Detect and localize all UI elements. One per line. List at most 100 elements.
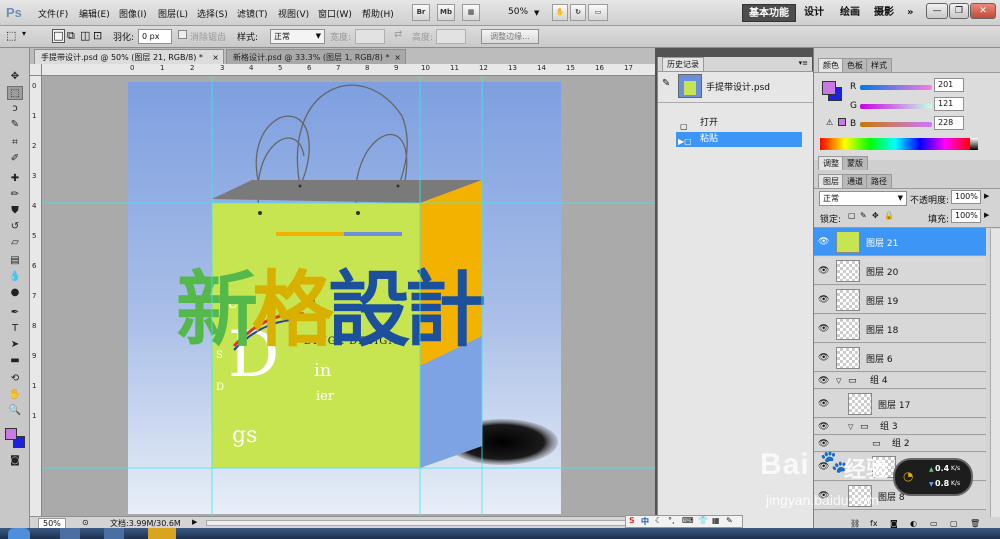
taskbar-app-icon[interactable] — [104, 528, 124, 539]
tab-paths[interactable]: 路径 — [866, 174, 892, 188]
eye-icon[interactable]: 👁 — [818, 353, 829, 363]
quick-mask-icon[interactable]: ◙ — [7, 454, 23, 468]
adjustment-layer-icon[interactable]: ◐ — [910, 519, 917, 528]
horizontal-ruler[interactable]: 0 1 2 3 4 5 6 7 8 9 10 11 12 13 14 15 16… — [42, 64, 655, 76]
brush-tool-icon[interactable]: ✏ — [7, 188, 23, 202]
warning-icon[interactable]: ⚠ — [826, 118, 833, 127]
pen-tool-icon[interactable]: ✒ — [7, 306, 23, 320]
workspace-photography[interactable]: 摄影 — [868, 4, 900, 22]
link-layers-icon[interactable]: ⛓ — [850, 519, 860, 528]
fill-arrow-icon[interactable]: ▶ — [984, 211, 989, 219]
status-arrow-icon[interactable]: ▶ — [192, 518, 197, 526]
workspace-painting[interactable]: 绘画 — [834, 4, 866, 22]
width-input[interactable] — [355, 29, 385, 44]
tab-styles[interactable]: 样式 — [866, 58, 892, 72]
ime-grid-icon[interactable]: ▦ — [712, 516, 720, 525]
menu-help[interactable]: 帮助(H) — [362, 7, 394, 20]
subtract-selection-icon[interactable]: ◫ — [80, 29, 90, 42]
restore-button[interactable]: ❐ — [949, 3, 969, 19]
workspace-essentials[interactable]: 基本功能 — [742, 4, 796, 22]
canvas-area[interactable]: D e n in ier gs S D DINGE DESIGN 新格設計 — [42, 76, 655, 516]
ime-tools-icon[interactable]: ✎ — [726, 516, 733, 525]
height-input[interactable] — [436, 29, 466, 44]
color-spectrum-bw[interactable] — [970, 138, 978, 150]
zoom-tool-icon[interactable]: 🔍 — [7, 404, 23, 418]
layer-row[interactable]: 👁 图层 17 — [814, 390, 986, 418]
eye-icon[interactable]: 👁 — [818, 419, 829, 435]
bridge-button[interactable]: Br — [412, 4, 430, 21]
workspace-design[interactable]: 设计 — [798, 4, 830, 22]
layer-name[interactable]: 图层 18 — [866, 323, 898, 336]
ime-mode[interactable]: 中 — [641, 516, 649, 527]
foreground-color-swatch[interactable] — [5, 428, 17, 440]
color-foreground-swatch[interactable] — [822, 81, 836, 95]
horizontal-scrollbar[interactable] — [206, 520, 626, 526]
refine-edge-button[interactable]: 调整边缘... — [481, 29, 539, 44]
green-value[interactable]: 121 — [934, 97, 964, 111]
mini-bridge-button[interactable]: Mb — [437, 4, 455, 21]
3d-rotate-icon[interactable]: ⟲ — [7, 372, 23, 386]
tab-masks[interactable]: 蒙版 — [842, 156, 868, 170]
lock-transparency-icon[interactable]: ▢ — [848, 211, 856, 220]
lock-pixels-icon[interactable]: ✎ — [860, 211, 867, 220]
layer-name[interactable]: 图层 20 — [866, 265, 898, 278]
healing-brush-icon[interactable]: ✚ — [7, 172, 23, 186]
close-icon[interactable]: × — [394, 50, 401, 65]
close-icon[interactable]: × — [212, 50, 219, 65]
menu-file[interactable]: 文件(F) — [38, 7, 68, 20]
red-value[interactable]: 201 — [934, 78, 964, 92]
taskbar-app-icon[interactable] — [60, 528, 80, 539]
tab-layers[interactable]: 图层 — [818, 174, 844, 188]
rectangular-marquee-icon[interactable]: ⬚ — [7, 86, 23, 100]
eye-icon[interactable]: 👁 — [818, 373, 829, 389]
hand-tool-icon[interactable]: ✋ — [552, 4, 568, 21]
add-mask-icon[interactable]: ◙ — [890, 519, 898, 528]
lock-all-icon[interactable]: 🔒 — [884, 211, 894, 220]
blue-slider[interactable] — [860, 122, 932, 127]
tab-adjustments[interactable]: 调整 — [818, 156, 844, 170]
menu-layer[interactable]: 图层(L) — [158, 7, 188, 20]
eye-icon[interactable]: 👁 — [818, 399, 829, 409]
close-button[interactable]: ✕ — [970, 3, 996, 19]
taskbar-app-icon[interactable] — [148, 528, 176, 539]
extras-icon[interactable]: ▦ — [462, 4, 480, 21]
document-canvas[interactable]: D e n in ier gs S D DINGE DESIGN 新格設計 — [42, 76, 655, 516]
zoom-dropdown-icon[interactable]: ▼ — [534, 9, 539, 17]
snapshot-name[interactable]: 手提带设计.psd — [706, 80, 770, 93]
fill-input[interactable]: 100% — [951, 209, 981, 223]
new-layer-icon[interactable]: ▢ — [950, 519, 958, 528]
color-spectrum[interactable] — [820, 138, 970, 150]
feather-input[interactable]: 0 px — [138, 29, 172, 44]
zoom-level[interactable]: 50% — [508, 7, 528, 17]
eye-icon[interactable]: 👁 — [818, 237, 829, 247]
history-item-selected[interactable]: ▶▢ 粘贴 — [676, 132, 802, 147]
disclosure-triangle-icon[interactable]: ▽ — [848, 419, 853, 435]
tab-channels[interactable]: 通道 — [842, 174, 868, 188]
disclosure-triangle-icon[interactable]: ▽ — [836, 373, 841, 389]
layer-name[interactable]: 图层 6 — [866, 352, 893, 365]
move-tool-icon[interactable]: ✥ — [7, 70, 23, 84]
intersect-selection-icon[interactable]: ⊡ — [93, 29, 102, 42]
start-button[interactable] — [8, 528, 30, 539]
layers-scrollbar[interactable] — [990, 229, 1000, 517]
group-name[interactable]: 组 3 — [880, 419, 898, 435]
workspace-more[interactable]: » — [901, 4, 919, 22]
marquee-tool-icon[interactable]: ⬚ — [6, 29, 16, 42]
history-item[interactable]: ▢ 打开 — [680, 116, 802, 131]
opacity-arrow-icon[interactable]: ▶ — [984, 192, 989, 200]
eyedropper-icon[interactable]: ✐ — [7, 152, 23, 166]
group-row[interactable]: 👁 ▽ ▭ 组 3 — [814, 419, 986, 435]
snapshot-thumbnail[interactable] — [678, 74, 702, 98]
menu-view[interactable]: 视图(V) — [278, 7, 309, 20]
minimize-button[interactable]: — — [926, 3, 948, 19]
shape-tool-icon[interactable]: ▬ — [7, 354, 23, 368]
tab-handbag-design[interactable]: 手提带设计.psd @ 50% (图层 21, RGB/8) * × — [34, 49, 224, 64]
tab-swatches[interactable]: 色板 — [842, 58, 868, 72]
clone-stamp-icon[interactable]: ⛊ — [7, 204, 23, 218]
add-to-selection-icon[interactable]: ⧉ — [67, 29, 75, 43]
eye-icon[interactable]: 👁 — [818, 324, 829, 334]
group-name[interactable]: 组 4 — [870, 373, 888, 389]
gradient-tool-icon[interactable]: ▤ — [7, 254, 23, 268]
tab-xinge-design[interactable]: 新格设计.psd @ 33.3% (图层 1, RGB/8) * × — [226, 49, 406, 64]
antialias-checkbox[interactable] — [178, 30, 187, 39]
